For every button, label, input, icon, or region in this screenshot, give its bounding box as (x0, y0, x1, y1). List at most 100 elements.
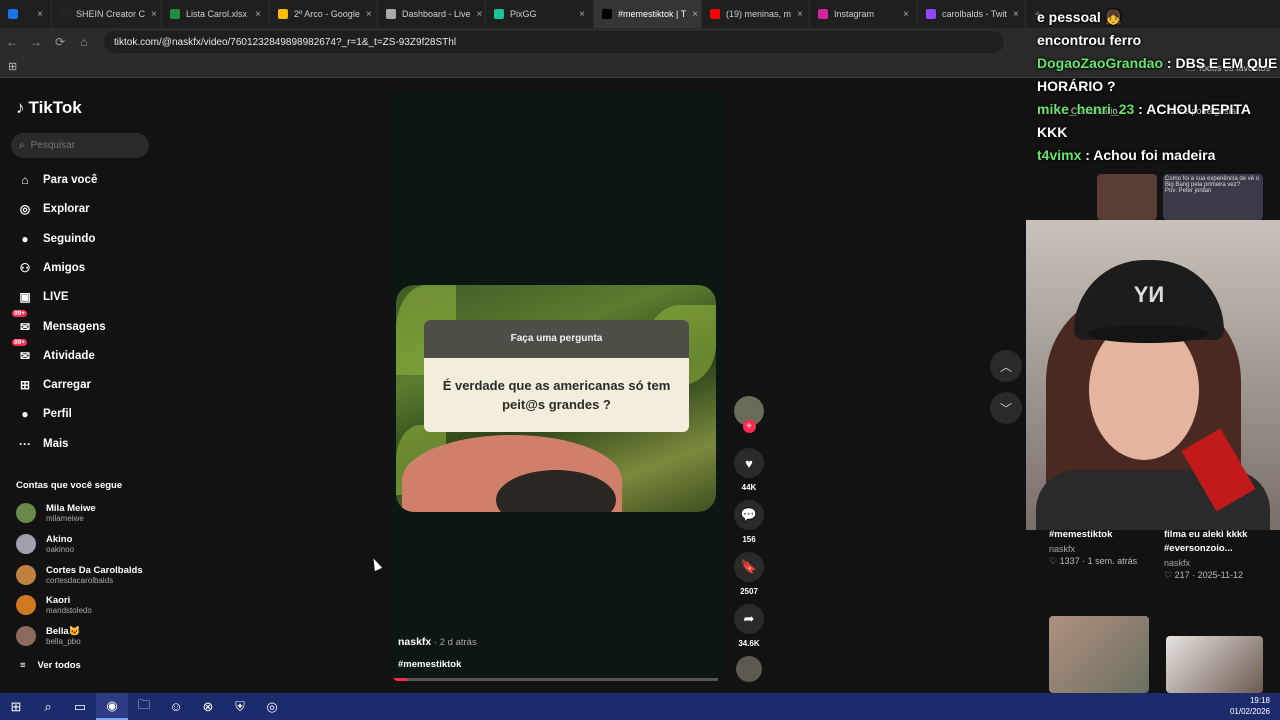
account-text: Akino oakinoo (46, 534, 74, 554)
back-icon[interactable]: ← (0, 35, 24, 49)
tab-close-icon[interactable]: × (791, 9, 803, 20)
browser-tab[interactable]: carolbalds - Twit × (918, 0, 1026, 28)
browser-tab[interactable]: Instagram × (810, 0, 918, 28)
followed-account[interactable]: Kaori mandstoledo (16, 590, 92, 620)
follow-plus-icon[interactable]: + (742, 420, 756, 433)
share-button[interactable]: ➦ 34.6K (733, 604, 765, 648)
suggested-thumb-3[interactable] (1049, 616, 1149, 693)
url-text: tiktok.com/@naskfx/video/760123284989898… (114, 36, 457, 48)
account-handle: milameiwe (46, 514, 84, 523)
see-all-link[interactable]: ≡ Ver todos (20, 660, 81, 671)
followed-account[interactable]: Akino oakinoo (16, 529, 74, 559)
tiktok-logo[interactable]: ♪ TikTok (16, 98, 82, 118)
tab-favicon-icon (8, 9, 18, 19)
forward-icon[interactable]: → (24, 35, 48, 49)
list-icon: ≡ (20, 660, 26, 671)
browser-tab[interactable]: PixGG × (486, 0, 594, 28)
more-icon: ··· (19, 436, 31, 451)
video-progress-bar[interactable] (394, 678, 718, 681)
account-text: Mila Meiwe milameiwe (46, 503, 96, 523)
share-icon: ➦ (734, 604, 764, 634)
chevron-up-icon: ︿ (999, 359, 1012, 374)
url-field[interactable]: tiktok.com/@naskfx/video/760123284989898… (104, 31, 1004, 53)
browser-tab[interactable]: (19) meninas, m × (702, 0, 810, 28)
system-clock[interactable]: 19:18 01/02/2026 (1230, 695, 1270, 717)
browser-tab[interactable]: SHEIN Creator C × (52, 0, 162, 28)
followed-account[interactable]: Cortes Da Carolbalds cortesdacarolbalds (16, 560, 143, 590)
xbox-icon[interactable]: ⊗ (192, 693, 224, 720)
suggested-thumb-1[interactable]: Como foi a sua experiência de vê o Big B… (1163, 174, 1263, 220)
chat-separator: : (1081, 147, 1094, 163)
sidebar-item-compass[interactable]: ◎ Explorar (16, 198, 90, 220)
like-button[interactable]: ♥ 44K (733, 448, 765, 492)
discord-icon[interactable]: ☺ (160, 693, 192, 720)
browser-tab[interactable]: Dashboard - Live × (378, 0, 486, 28)
chat-message: e pessoal 👧 (1037, 6, 1280, 29)
browser-tab[interactable]: × (0, 0, 52, 28)
sidebar-item-live[interactable]: ▣ LIVE (16, 286, 68, 308)
tab-close-icon[interactable]: × (1007, 9, 1019, 20)
sidebar-item-home[interactable]: ⌂ Para você (16, 169, 97, 191)
tab-close-icon[interactable]: × (471, 9, 483, 20)
suggested-video-card[interactable]: filma eu aleki kkkk #eversonzoio... naskf… (1164, 528, 1274, 581)
sidebar-item-following-avatar[interactable]: ● Seguindo (16, 228, 95, 250)
tab-close-icon[interactable]: × (573, 9, 585, 20)
video-progress-fill (394, 678, 407, 681)
followed-account[interactable]: Mila Meiwe milameiwe (16, 498, 96, 528)
tab-close-icon[interactable]: × (360, 9, 372, 20)
home-icon[interactable]: ⌂ (72, 35, 96, 49)
tab-close-icon[interactable]: × (145, 9, 157, 20)
sidebar-item-upload[interactable]: ⊞ Carregar (16, 374, 91, 396)
followed-account[interactable]: Bella🐱 bella_pbo (16, 621, 81, 651)
sidebar-item-profile[interactable]: ● Perfil (16, 403, 71, 425)
tab-label: (19) meninas, m (726, 9, 792, 19)
next-video-button[interactable]: ﹀ (990, 392, 1022, 424)
browser-tab[interactable]: Lista Carol.xlsx × (162, 0, 270, 28)
task-view-icon[interactable]: ▭ (64, 693, 96, 720)
tab-close-icon[interactable]: × (686, 9, 698, 20)
chrome-icon[interactable]: ◉ (96, 693, 128, 720)
chat-text: encontrou ferro (1037, 32, 1142, 48)
search-box[interactable]: ⌕ (11, 133, 149, 158)
video-frame: Faça uma pergunta É verdade que as ameri… (396, 285, 716, 512)
sidebar-item-friends[interactable]: ⚇ Amigos (16, 257, 86, 279)
security-shield-icon[interactable]: ⛨ (224, 693, 256, 720)
apps-grid-icon[interactable]: ⊞ (8, 60, 17, 73)
sidebar-item-label: Carregar (43, 379, 91, 392)
comment-button[interactable]: 💬 156 (733, 500, 765, 544)
save-button[interactable]: 🔖 2507 (733, 552, 765, 596)
suggested-thumb-4[interactable] (1166, 636, 1263, 693)
browser-tab[interactable]: 2º Arco - Google × (270, 0, 378, 28)
account-name: Mila Meiwe (46, 503, 96, 514)
friends-icon: ⚇ (19, 260, 31, 275)
sidebar-item-activity[interactable]: ✉ 99+ Atividade (12, 338, 95, 367)
tab-close-icon[interactable]: × (31, 9, 43, 20)
windows-start-icon[interactable]: ⊞ (0, 693, 32, 720)
browser-tab[interactable]: #memestiktok | T × (594, 0, 702, 28)
file-explorer-icon[interactable]: 🗀 (128, 693, 160, 720)
video-hashtag[interactable]: #memestiktok (398, 659, 461, 670)
tab-close-icon[interactable]: × (249, 9, 261, 20)
search-input[interactable] (30, 140, 131, 151)
sound-avatar[interactable] (733, 656, 765, 682)
account-text: Kaori mandstoledo (46, 595, 92, 615)
save-count: 2507 (740, 587, 758, 596)
search-icon[interactable]: ⌕ (32, 693, 64, 720)
suggested-thumb-2[interactable] (1097, 174, 1157, 220)
clock-time: 19:18 (1249, 696, 1270, 705)
video-author[interactable]: naskfx · 2 d atrás (398, 636, 477, 648)
tab-label: Lista Carol.xlsx (186, 9, 248, 19)
reload-icon[interactable]: ⟳ (48, 35, 72, 49)
suggested-video-card[interactable]: #memestiktok naskfx ♡ 1337 · 1 sem. atrás (1049, 528, 1159, 567)
avatar (16, 564, 36, 585)
sidebar-item-messages[interactable]: ✉ 99+ Mensagens (12, 309, 106, 338)
tab-close-icon[interactable]: × (897, 9, 909, 20)
chevron-down-icon: ﹀ (999, 401, 1012, 416)
sidebar-item-more[interactable]: ··· Mais (16, 433, 69, 455)
obs-icon[interactable]: ◎ (256, 693, 288, 720)
profile-icon: ● (21, 407, 29, 422)
video-player[interactable]: Faça uma pergunta É verdade que as ameri… (391, 90, 723, 682)
creator-avatar-button[interactable]: + (733, 396, 765, 433)
previous-video-button[interactable]: ︿ (990, 350, 1022, 382)
heart-icon: ♡ (1049, 556, 1060, 566)
